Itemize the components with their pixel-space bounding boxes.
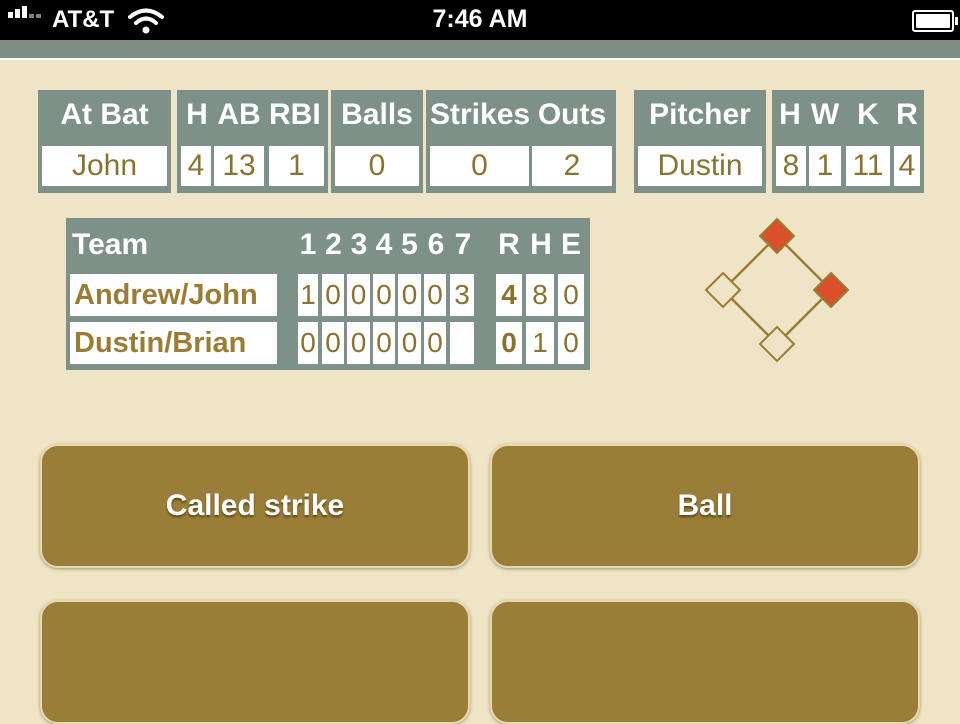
inning-1-header: 1	[299, 228, 317, 261]
home-hits: 1	[526, 322, 554, 364]
batter-rbi-header: RBI	[269, 98, 321, 131]
strikes-value[interactable]: 0	[430, 146, 529, 186]
pitcher-hits-header: H	[779, 98, 801, 131]
inning-4-header: 4	[375, 228, 393, 261]
home-runs: 0	[496, 322, 522, 364]
strikes-outs-panel: Strikes Outs 0 2	[426, 90, 616, 193]
batter-rbi-value: 1	[269, 146, 324, 186]
away-inning-3: 0	[347, 274, 370, 316]
batter-stats-panel: H AB RBI 4 13 1	[177, 90, 328, 193]
away-inning-5: 0	[398, 274, 421, 316]
home-inning-5: 0	[398, 322, 421, 364]
clock: 7:46 AM	[432, 5, 528, 33]
batter-hits-header: H	[186, 98, 208, 131]
hits-header: H	[530, 228, 552, 261]
at-bat-header: At Bat	[60, 98, 149, 131]
called-strike-button[interactable]: Called strike	[40, 444, 470, 568]
inning-3-header: 3	[350, 228, 368, 261]
balls-value[interactable]: 0	[335, 146, 419, 186]
batter-hits-value: 4	[181, 146, 211, 186]
status-bar: AT&T 7:46 AM	[0, 0, 960, 40]
pitcher-header: Pitcher	[649, 98, 751, 131]
ball-label: Ball	[677, 489, 733, 522]
balls-header: Balls	[341, 98, 413, 131]
inning-2-header: 2	[325, 228, 342, 261]
pitcher-name[interactable]: Dustin	[638, 146, 762, 186]
ball-button[interactable]: Ball	[490, 444, 920, 568]
away-inning-7: 3	[450, 274, 474, 316]
home-inning-4: 0	[373, 322, 395, 364]
away-inning-2: 0	[322, 274, 344, 316]
outs-header: Outs	[537, 98, 607, 131]
home-errors: 0	[558, 322, 584, 364]
away-runs: 4	[496, 274, 522, 316]
scoreboard: Team 1 2 3 4 5 6 7 R H E Andrew/John 1 0…	[66, 218, 590, 370]
away-errors: 0	[558, 274, 584, 316]
battery-icon	[912, 10, 958, 32]
home-inning-7	[450, 322, 474, 364]
home-inning-1: 0	[298, 322, 318, 364]
action-button-lower-left[interactable]	[40, 600, 470, 724]
away-inning-1: 1	[298, 274, 318, 316]
bases-diamond	[704, 217, 850, 363]
runs-header: R	[498, 228, 520, 261]
pitcher-walks-value: 1	[809, 146, 841, 186]
action-button-lower-right[interactable]	[490, 600, 920, 724]
pitcher-hits-value: 8	[776, 146, 806, 186]
pitcher-strikeouts-header: K	[857, 98, 879, 131]
home-team-name[interactable]: Dustin/Brian	[70, 322, 277, 364]
away-team-name[interactable]: Andrew/John	[70, 274, 277, 316]
pitcher-strikeouts-value: 11	[846, 146, 890, 186]
away-inning-4: 0	[373, 274, 395, 316]
away-hits: 8	[526, 274, 554, 316]
home-inning-3: 0	[347, 322, 370, 364]
scoreboard-team-header: Team	[72, 228, 149, 261]
errors-header: E	[560, 228, 581, 261]
strikes-header: Strikes	[430, 98, 529, 131]
inning-6-header: 6	[427, 228, 445, 261]
inning-5-header: 5	[401, 228, 418, 261]
batter-at-bats-value: 13	[214, 146, 264, 186]
called-strike-label: Called strike	[165, 489, 345, 522]
home-inning-2: 0	[322, 322, 344, 364]
away-inning-6: 0	[424, 274, 446, 316]
pitcher-runs-value: 4	[894, 146, 920, 186]
inning-7-header: 7	[454, 228, 472, 261]
balls-panel: Balls 0	[331, 90, 423, 193]
at-bat-name[interactable]: John	[42, 146, 167, 186]
pitcher-runs-header: R	[896, 98, 918, 131]
batter-at-bats-header: AB	[217, 98, 261, 131]
pitcher-walks-header: W	[810, 98, 840, 131]
home-inning-6: 0	[424, 322, 446, 364]
nav-strip	[0, 40, 960, 60]
pitcher-stats-panel: H W K R 8 1 11 4	[772, 90, 924, 193]
outs-value[interactable]: 2	[532, 146, 612, 186]
at-bat-panel: At Bat John	[38, 90, 171, 193]
pitcher-panel: Pitcher Dustin	[634, 90, 766, 193]
